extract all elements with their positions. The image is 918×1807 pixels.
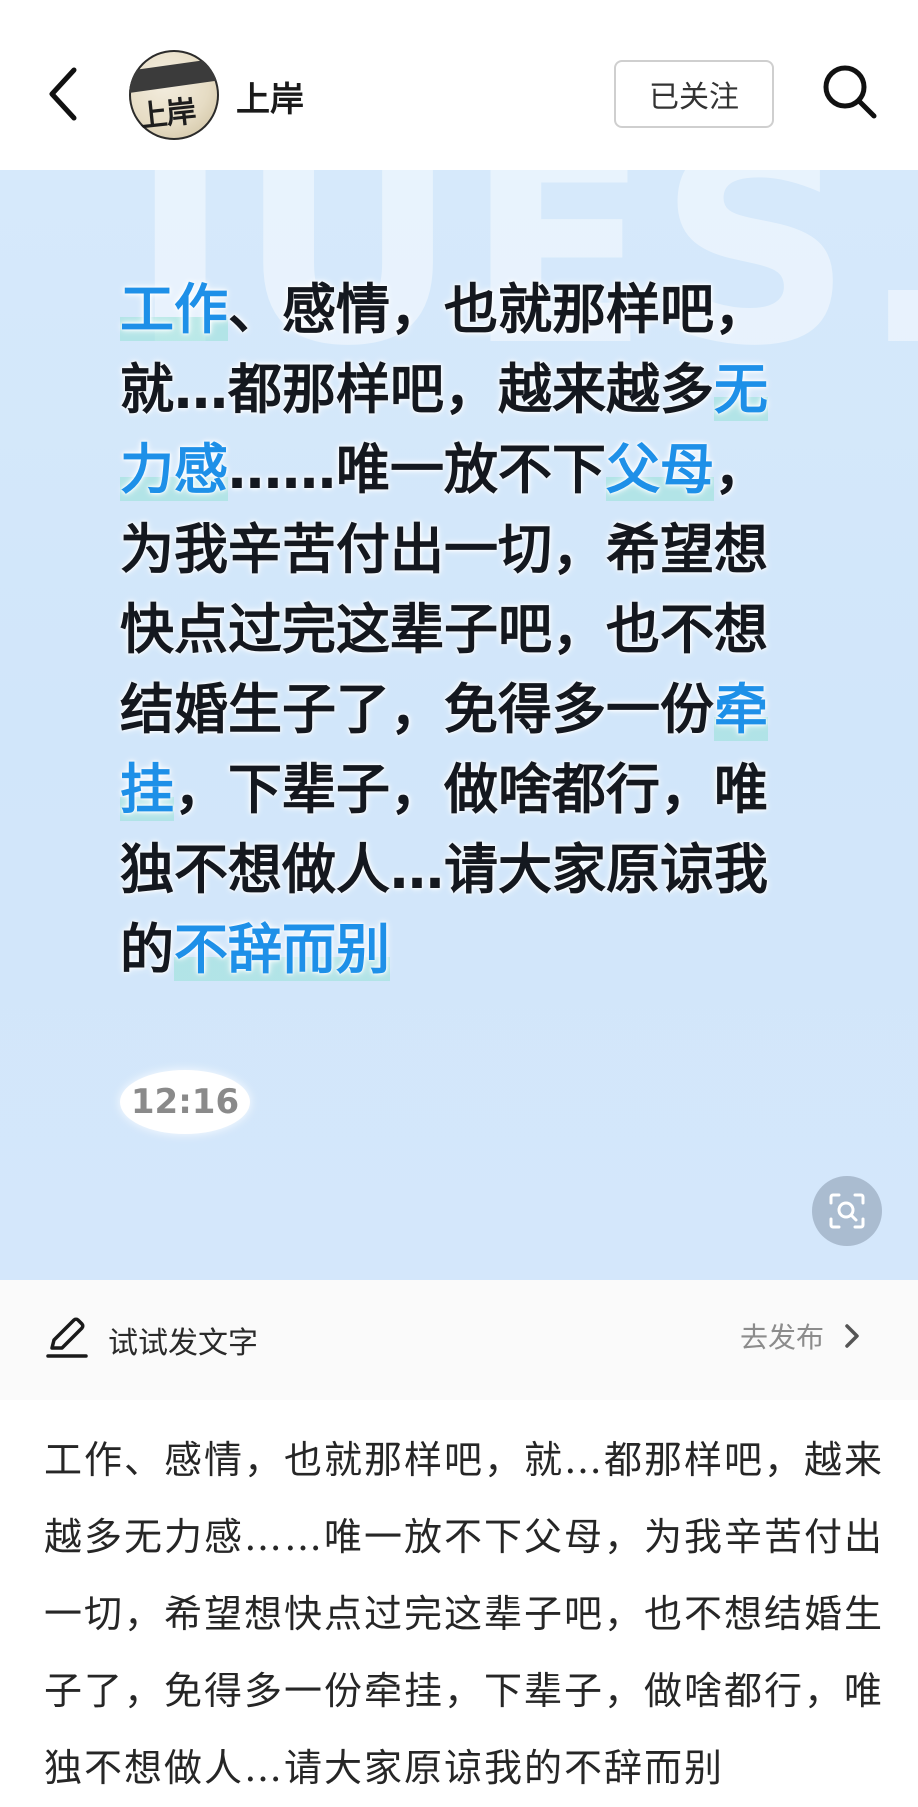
avatar[interactable]: 上岸	[129, 50, 219, 140]
image-search-icon	[829, 1193, 865, 1229]
image-text-segment: ……唯一放不下	[228, 438, 606, 501]
follow-button[interactable]: 已关注	[614, 60, 774, 128]
back-button[interactable]	[40, 62, 90, 126]
chevron-right-icon	[845, 1324, 859, 1348]
chevron-left-icon	[49, 67, 77, 121]
post-body-text: 工作、感情，也就那样吧，就…都那样吧，越来越多无力感……唯一放不下父母，为我辛苦…	[44, 1438, 885, 1790]
image-text-segment: 工作	[120, 278, 228, 341]
publish-label: 去发布	[740, 1321, 825, 1354]
image-text-segment: 父母	[606, 438, 714, 501]
pencil-icon	[46, 1317, 88, 1358]
image-search-button[interactable]	[812, 1176, 882, 1246]
top-bar: 上岸 上岸 已关注	[0, 0, 918, 170]
compose-label[interactable]: 试试发文字	[108, 1318, 258, 1362]
image-text: 工作、感情，也就那样吧，就…都那样吧，越来越多无力感……唯一放不下父母，为我辛苦…	[120, 270, 800, 990]
search-button[interactable]	[818, 60, 882, 124]
username[interactable]: 上岸	[236, 72, 304, 121]
search-icon	[823, 65, 877, 119]
publish-button[interactable]: 去发布	[740, 1316, 866, 1356]
post-image[interactable]: IUES. 工作、感情，也就那样吧，就…都那样吧，越来越多无力感……唯一放不下父…	[0, 170, 918, 1280]
compose-bar[interactable]: 试试发文字 去发布	[0, 1280, 918, 1400]
image-text-segment: 不辞而别	[174, 918, 390, 981]
time-bubble: 12:16	[120, 1070, 250, 1134]
avatar-text: 上岸	[135, 94, 198, 136]
